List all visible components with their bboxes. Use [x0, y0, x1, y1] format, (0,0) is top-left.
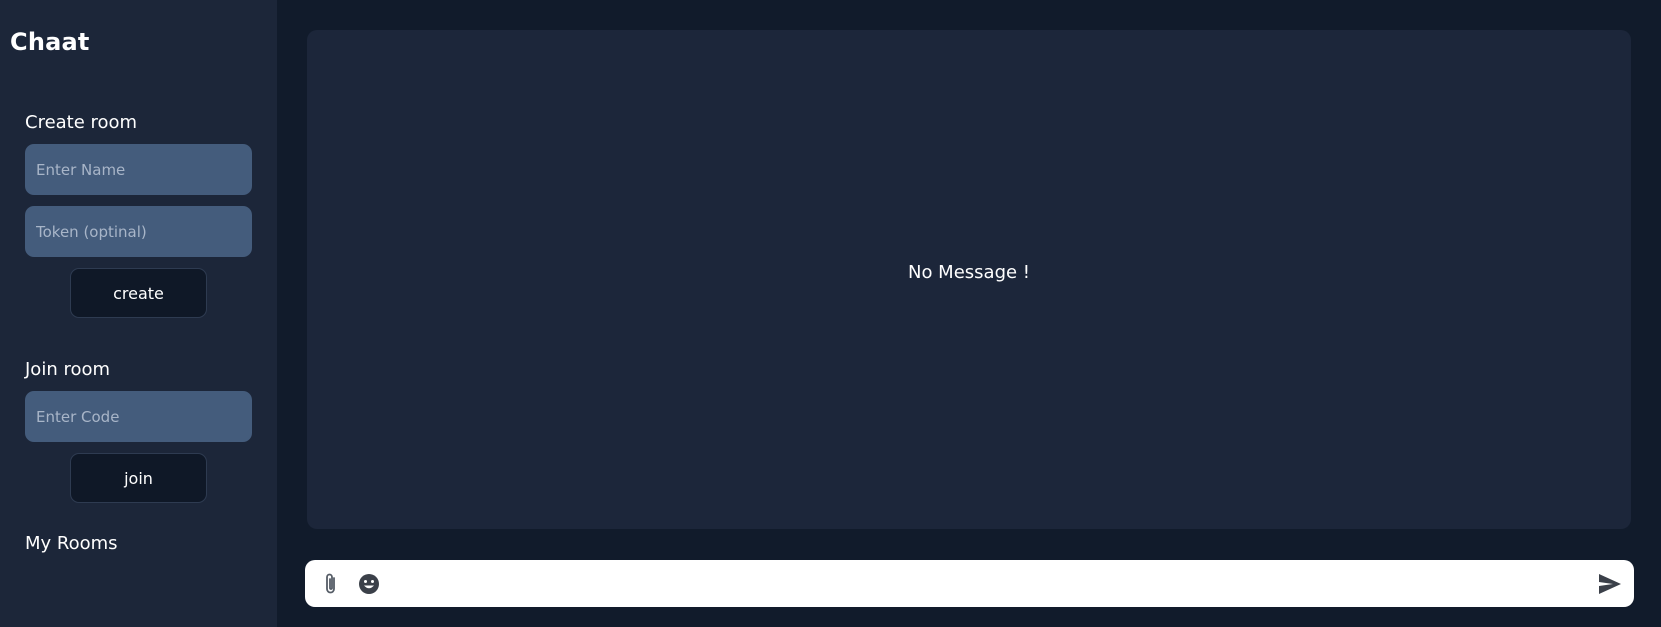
message-composer: [305, 560, 1634, 607]
room-token-input[interactable]: [25, 206, 252, 257]
create-room-heading: Create room: [25, 112, 138, 133]
empty-state-text: No Message !: [907, 261, 1031, 283]
smiley-icon[interactable]: [355, 570, 383, 598]
app-title: Chaat: [10, 28, 90, 56]
join-room-button[interactable]: join: [70, 453, 207, 503]
chat-app: Chaat Create room create Join room join …: [0, 0, 1661, 627]
room-code-input[interactable]: [25, 391, 252, 442]
sidebar: Chaat Create room create Join room join …: [0, 0, 277, 627]
create-room-button[interactable]: create: [70, 268, 207, 318]
send-icon[interactable]: [1596, 570, 1624, 598]
join-room-heading: Join room: [25, 359, 111, 380]
messages-panel: No Message !: [307, 30, 1631, 529]
message-input[interactable]: [383, 560, 1596, 607]
my-rooms-heading: My Rooms: [25, 533, 118, 554]
room-name-input[interactable]: [25, 144, 252, 195]
paperclip-icon[interactable]: [317, 570, 345, 598]
